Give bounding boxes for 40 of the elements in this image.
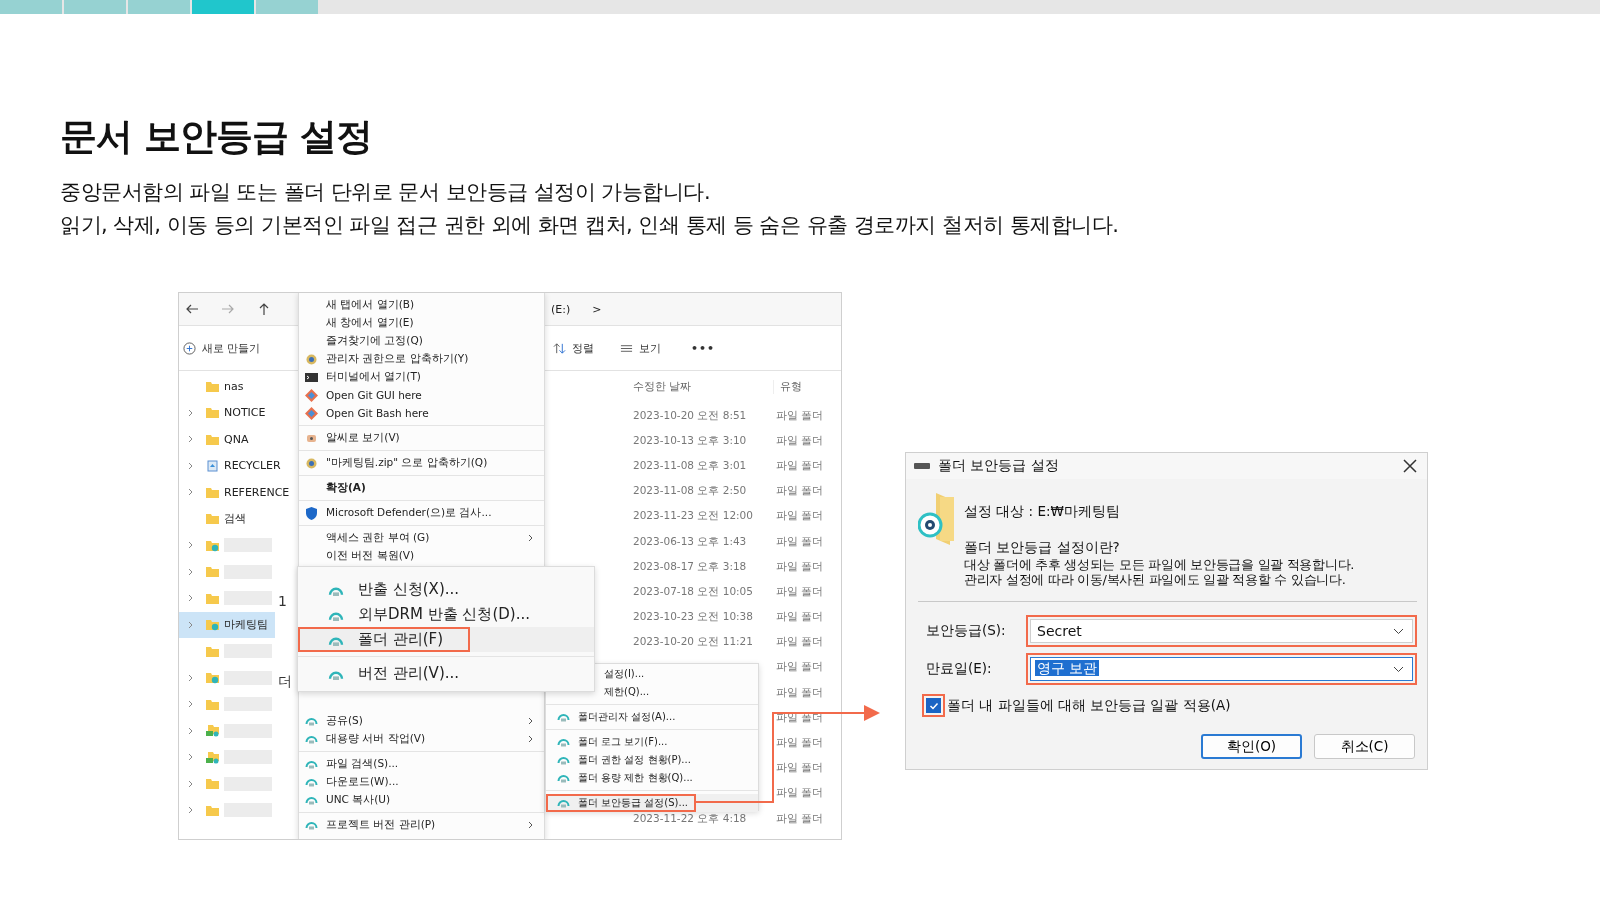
date-cell-text: 2023-08-17 오후 3:18 <box>633 559 748 574</box>
question-text: 폴더 보안등급 설정이란? <box>964 539 1121 557</box>
type-cell: 파일 폴더 <box>776 660 824 675</box>
type-cell: 파일 폴더 <box>776 761 824 776</box>
dialog-title: 폴더 보안등급 설정 <box>938 457 1060 475</box>
date-cell-text: 2023-11-23 오전 12:00 <box>633 509 754 524</box>
field-label: 만료일(E): <box>926 660 993 678</box>
type-cell: 파일 폴더 <box>776 736 824 751</box>
date-cell-text: 2023-10-23 오전 10:38 <box>633 610 754 625</box>
type-cell: 파일 폴더 <box>776 458 824 473</box>
page-heading: 문서 보안등급 설정 <box>60 114 373 160</box>
type-cell: 파일 폴더 <box>776 408 824 423</box>
type-cell: 파일 폴더 <box>776 685 824 700</box>
date-cell-text: 2023-11-22 오후 4:18 <box>633 811 748 826</box>
type-cell: 파일 폴더 <box>776 559 824 574</box>
type-cell: 파일 폴더 <box>776 484 824 499</box>
description-text: 읽기, 삭제, 이동 등의 기본적인 파일 접근 권한 외에 화면 캡처, 인쇄 통제 등 숨은 유출 경로까지 철저히 통제합니다. <box>60 212 1120 239</box>
type-cell: 파일 폴더 <box>776 584 824 599</box>
date-cell-text: 2023-10-20 오전 11:21 <box>633 635 754 650</box>
checkbox-label: 폴더 내 파일들에 대해 보안등급 일괄 적용(A) <box>947 696 1231 715</box>
type-cell: 파일 폴더 <box>776 786 824 801</box>
date-cell-text: 2023-07-18 오전 10:05 <box>633 584 754 599</box>
partial-text: 1 <box>278 593 287 609</box>
date-cell-text: 2023-11-08 오후 2:50 <box>633 484 748 499</box>
explanation-text: 관리자 설정에 따라 이동/복사된 파일에도 일괄 적용할 수 있습니다. <box>964 572 1347 587</box>
date-cell-text: 2023-11-08 오후 3:01 <box>633 458 748 473</box>
type-cell: 파일 폴더 <box>776 534 824 549</box>
type-cell: 파일 폴더 <box>776 635 824 650</box>
field-label: 보안등급(S): <box>926 622 1007 640</box>
type-cell: 파일 폴더 <box>776 811 824 826</box>
explanation-text: 대상 폴더에 추후 생성되는 모든 파일에 보안등급을 일괄 적용합니다. <box>964 557 1355 572</box>
type-cell: 파일 폴더 <box>776 509 824 524</box>
target-path-text: 설정 대상 : E:₩마케팅팀 <box>964 503 1121 521</box>
date-cell-text: 2023-06-13 오후 1:43 <box>633 534 748 549</box>
type-cell: 파일 폴더 <box>776 433 824 448</box>
type-cell: 파일 폴더 <box>776 610 824 625</box>
partial-text: 더 <box>278 673 292 691</box>
date-cell-text: 2023-10-13 오후 3:10 <box>633 433 748 448</box>
description-text: 중앙문서함의 파일 또는 폴더 단위로 문서 보안등급 설정이 가능합니다. <box>60 179 712 206</box>
date-cell-text: 2023-10-20 오전 8:51 <box>633 408 748 423</box>
